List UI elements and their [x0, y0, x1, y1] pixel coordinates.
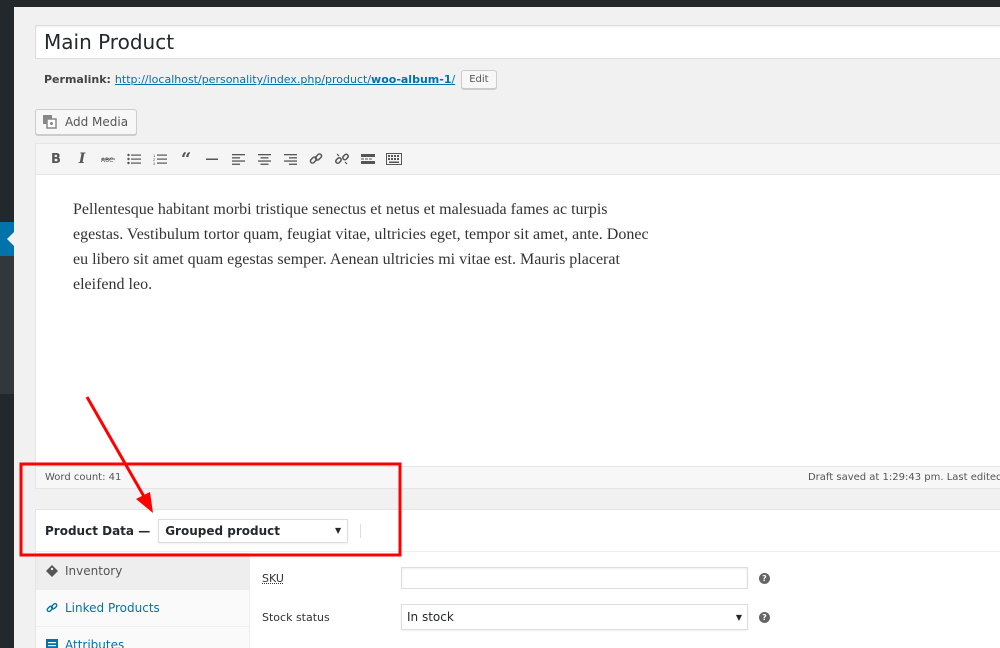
bold-icon[interactable]: B [44, 147, 68, 171]
chevron-down-icon: ▼ [736, 613, 742, 622]
tab-attributes[interactable]: Attributes [36, 627, 249, 648]
product-data-metabox: Product Data — Grouped product ▼ Invento… [35, 509, 1000, 648]
admin-sidebar-menu [0, 0, 14, 648]
unlink-icon[interactable] [330, 147, 354, 171]
link-icon [46, 602, 58, 614]
product-data-title: Product Data — [45, 524, 150, 538]
content-editor: B I ABC 123 “ Pellentesque habitant morb… [35, 143, 1000, 489]
draft-status: Draft saved at 1:29:43 pm. Last edited o… [808, 472, 1000, 483]
active-menu-item[interactable] [0, 222, 14, 256]
product-type-select[interactable]: Grouped product ▼ [158, 519, 348, 543]
inventory-panel: SKU ? Stock status In stock ▼ ? [251, 553, 1000, 648]
tab-linked-products[interactable]: Linked Products [36, 590, 249, 627]
align-center-icon[interactable] [252, 147, 276, 171]
permalink-link[interactable]: http://localhost/personality/index.php/p… [115, 73, 455, 86]
editor-content[interactable]: Pellentesque habitant morbi tristique se… [36, 175, 656, 297]
strikethrough-icon[interactable]: ABC [96, 147, 120, 171]
bulleted-list-icon[interactable] [122, 147, 146, 171]
sku-row: SKU ? [251, 558, 1000, 598]
align-left-icon[interactable] [226, 147, 250, 171]
svg-text:3: 3 [153, 161, 156, 165]
horizontal-line-icon[interactable] [200, 147, 224, 171]
svg-text:ABC: ABC [101, 157, 113, 163]
numbered-list-icon[interactable]: 123 [148, 147, 172, 171]
permalink-label: Permalink: [44, 73, 111, 86]
product-data-header: Product Data — Grouped product ▼ [36, 510, 1000, 552]
stock-status-select[interactable]: In stock ▼ [401, 604, 748, 630]
help-icon[interactable]: ? [759, 612, 770, 623]
admin-top-bar [0, 0, 1000, 7]
permalink-row: Permalink: http://localhost/personality/… [44, 70, 497, 89]
help-icon[interactable]: ? [759, 573, 770, 584]
word-count: Word count: 41 [45, 472, 121, 483]
inventory-icon [46, 565, 58, 577]
media-icon [43, 115, 59, 129]
tab-inventory[interactable]: Inventory [36, 553, 249, 590]
tab-linked-products-label: Linked Products [65, 601, 160, 615]
editor-toolbar: B I ABC 123 “ [36, 144, 1000, 175]
link-icon[interactable] [304, 147, 328, 171]
read-more-icon[interactable] [356, 147, 380, 171]
submenu [0, 256, 14, 394]
tab-inventory-label: Inventory [65, 564, 122, 578]
stock-status-row: Stock status In stock ▼ ? [251, 597, 1000, 637]
permalink-slug: woo-album-1 [371, 73, 451, 86]
attributes-icon [46, 639, 58, 648]
tab-attributes-label: Attributes [65, 638, 124, 648]
editor-status-bar: Word count: 41 Draft saved at 1:29:43 pm… [36, 466, 1000, 488]
toolbar-toggle-icon[interactable] [382, 147, 406, 171]
post-title-input[interactable] [35, 25, 1000, 59]
sku-input[interactable] [401, 567, 748, 589]
stock-status-value: In stock [407, 610, 454, 624]
italic-icon[interactable]: I [70, 147, 94, 171]
header-separator [360, 524, 361, 538]
sku-label: SKU [262, 572, 284, 585]
chevron-down-icon: ▼ [335, 526, 341, 535]
stock-status-label: Stock status [262, 611, 330, 624]
align-right-icon[interactable] [278, 147, 302, 171]
product-type-value: Grouped product [165, 524, 280, 538]
product-data-tabs: Inventory Linked Products Attributes [36, 553, 250, 648]
add-media-label: Add Media [65, 115, 128, 129]
edit-permalink-button[interactable]: Edit [461, 70, 496, 89]
add-media-button[interactable]: Add Media [35, 109, 137, 135]
blockquote-icon[interactable]: “ [174, 147, 198, 171]
